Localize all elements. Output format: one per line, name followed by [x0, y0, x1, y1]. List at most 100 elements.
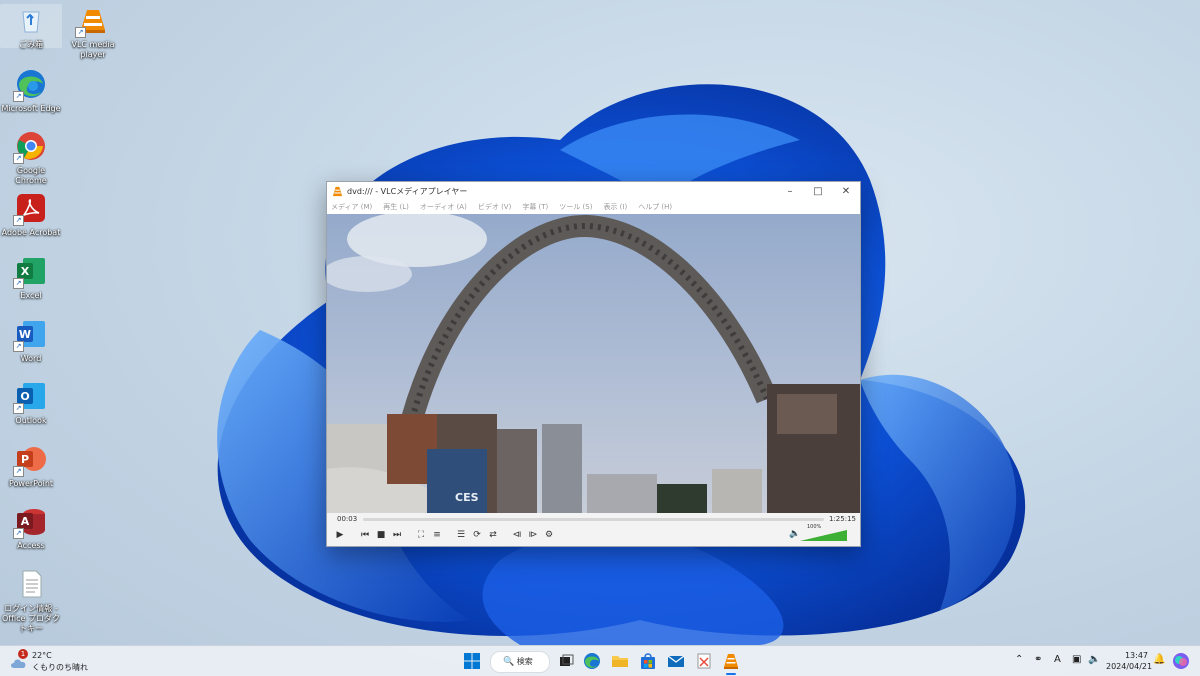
total-time: 1:25:15 — [829, 515, 856, 523]
desktop-icon-text-document[interactable]: ログイン情報 - Office プロダクトキー — [0, 568, 62, 634]
chrome-icon: ↗ — [13, 130, 47, 164]
powerpoint-icon: P ↗ — [13, 443, 47, 477]
search-box[interactable]: 🔍 検索 — [490, 651, 550, 673]
desktop-icon-access[interactable]: A ↗ Access — [0, 505, 62, 551]
weather-alert-badge: 1 — [18, 649, 28, 659]
desktop-icon-label: ごみ箱 — [19, 40, 43, 49]
taskbar: 1 22°C くもりのち晴れ 🔍 検索 ⌃ ⚭ A ▣ 🔈 13:47 2024… — [0, 645, 1200, 676]
desktop-icon-recycle-bin[interactable]: ごみ箱 — [0, 4, 62, 49]
desktop-icon-label: Word — [20, 354, 42, 363]
menu-audio[interactable]: オーディオ (A) — [420, 202, 467, 212]
mail-icon[interactable] — [667, 652, 685, 670]
access-icon: A ↗ — [13, 505, 47, 539]
desktop-icon-label: Excel — [20, 291, 42, 300]
chevron-up-icon[interactable]: ⌃ — [1015, 654, 1023, 665]
menu-help[interactable]: ヘルプ (H) — [638, 202, 672, 212]
desktop-icon-label: PowerPoint — [8, 479, 54, 488]
stop-button[interactable]: ■ — [374, 528, 388, 542]
menu-media[interactable]: メディア (M) — [331, 202, 372, 212]
play-button[interactable]: ▶ — [333, 528, 347, 542]
search-label: 検索 — [516, 657, 533, 666]
notification-bell-icon[interactable]: 🔔 — [1153, 654, 1165, 665]
vlc-titlebar[interactable]: dvd:/// - VLCメディアプレイヤー – □ ✕ — [327, 182, 860, 200]
svg-text:O: O — [20, 390, 29, 403]
previous-chapter-button[interactable]: ⏮ — [358, 528, 372, 542]
desktop-icon-label: Google Chrome — [15, 166, 47, 185]
word-icon: W ↗ — [13, 318, 47, 352]
menu-view[interactable]: 表示 (I) — [603, 202, 627, 212]
clock[interactable]: 13:47 2024/04/21 — [1106, 650, 1153, 672]
desktop-icon-label: ログイン情報 - Office プロダクトキー — [2, 604, 60, 633]
clock-date: 2024/04/21 — [1106, 662, 1153, 671]
volume-level — [800, 530, 847, 541]
recycle-bin-icon — [15, 4, 47, 36]
frame-forward-button[interactable]: ⧐ — [526, 528, 540, 542]
desktop-icon-word[interactable]: W ↗ Word — [0, 318, 62, 364]
desktop-icon-acrobat[interactable]: ↗ Adobe Acrobat — [0, 192, 62, 238]
vlc-taskbar-icon[interactable] — [722, 652, 740, 670]
weather-temperature: 22°C — [32, 651, 52, 660]
svg-text:A: A — [21, 515, 30, 528]
edge-icon: ↗ — [13, 68, 47, 102]
video-frame[interactable]: CES — [327, 214, 860, 513]
menu-tools[interactable]: ツール (S) — [559, 202, 592, 212]
frame-back-button[interactable]: ⧏ — [510, 528, 524, 542]
vlc-cone-icon — [332, 186, 343, 196]
random-button[interactable]: ⚙ — [542, 528, 556, 542]
minimize-button[interactable]: – — [776, 186, 804, 197]
desktop-icon-excel[interactable]: X ↗ Excel — [0, 255, 62, 301]
vlc-window-title: dvd:/// - VLCメディアプレイヤー — [347, 186, 468, 196]
excel-icon: X ↗ — [13, 255, 47, 289]
text-document-icon — [15, 568, 47, 600]
next-chapter-button[interactable]: ⏭ — [390, 528, 404, 542]
menu-playback[interactable]: 再生 (L) — [383, 202, 409, 212]
svg-text:X: X — [21, 265, 30, 278]
task-view-icon[interactable] — [557, 652, 575, 670]
outlook-icon: O ↗ — [13, 380, 47, 414]
clock-time: 13:47 — [1124, 651, 1148, 660]
svg-text:P: P — [21, 453, 29, 466]
search-icon: 🔍 — [503, 657, 515, 667]
copilot-icon[interactable] — [1172, 652, 1190, 670]
microsoft-store-icon[interactable] — [639, 652, 657, 670]
desktop-icon-label: Access — [17, 541, 45, 550]
desktop-icon-powerpoint[interactable]: P ↗ PowerPoint — [0, 443, 62, 489]
desktop-icon-label: Microsoft Edge — [1, 104, 61, 113]
menu-video[interactable]: ビデオ (V) — [478, 202, 511, 212]
start-windows-icon[interactable] — [463, 652, 481, 670]
desktop-icon-chrome[interactable]: ↗ Google Chrome — [0, 130, 62, 186]
vlc-cone-icon: ↗ — [75, 4, 109, 38]
extended-settings-button[interactable]: ≡ — [430, 528, 444, 542]
speaker-icon[interactable]: 🔈 — [1088, 654, 1100, 665]
edge-icon[interactable] — [583, 652, 601, 670]
desktop-icon-edge[interactable]: ↗ Microsoft Edge — [0, 68, 62, 114]
desktop-icon-outlook[interactable]: O ↗ Outlook — [0, 380, 62, 426]
shuffle-button[interactable]: ⇄ — [486, 528, 500, 542]
snipping-tool-icon[interactable] — [695, 652, 713, 670]
weather-condition: くもりのち晴れ — [32, 663, 88, 672]
vlc-window[interactable]: dvd:/// - VLCメディアプレイヤー – □ ✕ メディア (M) 再生… — [326, 181, 861, 547]
volume-slider[interactable] — [800, 530, 847, 541]
loop-button[interactable]: ⟳ — [470, 528, 484, 542]
seek-bar[interactable] — [363, 518, 824, 521]
seek-area: 00:03 1:25:15 — [327, 513, 860, 525]
playback-controls: ▶ ⏮ ■ ⏭ ⛶ ≡ ☰ ⟳ ⇄ ⧏ ⧐ ⚙ 🔈 100% — [327, 524, 860, 545]
playlist-button[interactable]: ☰ — [454, 528, 468, 542]
maximize-button[interactable]: □ — [804, 186, 832, 197]
network-icon[interactable]: ⚭ — [1034, 654, 1042, 665]
svg-text:CES: CES — [455, 491, 479, 504]
volume-icon[interactable]: 🔈 — [789, 529, 800, 539]
ime-indicator[interactable]: A — [1054, 654, 1061, 665]
close-button[interactable]: ✕ — [832, 186, 860, 197]
desktop-icon-label: Outlook — [15, 416, 47, 425]
vlc-menubar: メディア (M) 再生 (L) オーディオ (A) ビデオ (V) 字幕 (T)… — [327, 200, 860, 214]
desktop-icon-label: Adobe Acrobat — [1, 228, 61, 237]
desktop-icon-label: VLC media player — [71, 40, 115, 59]
display-icon[interactable]: ▣ — [1072, 654, 1081, 665]
fullscreen-button[interactable]: ⛶ — [414, 528, 428, 542]
menu-subtitle[interactable]: 字幕 (T) — [522, 202, 548, 212]
acrobat-icon: ↗ — [13, 192, 47, 226]
desktop-icon-vlc[interactable]: ↗ VLC media player — [62, 4, 124, 60]
svg-text:W: W — [19, 328, 31, 341]
file-explorer-icon[interactable] — [611, 652, 629, 670]
